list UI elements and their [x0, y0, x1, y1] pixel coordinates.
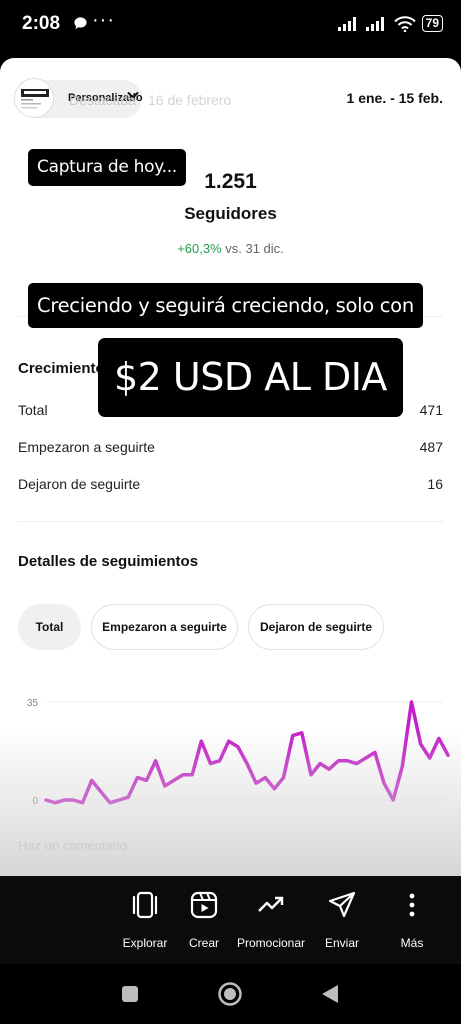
- recents-icon[interactable]: [121, 985, 139, 1003]
- y-tick-label-top: 35: [27, 698, 39, 709]
- stat-value: 471: [419, 402, 443, 418]
- stat-row-stopped-following: Dejaron de seguirte 16: [18, 476, 443, 496]
- insights-header: Personalizado Destacada 16 de febrero 1 …: [0, 78, 461, 118]
- stat-label: Empezaron a seguirte: [18, 439, 155, 455]
- create-icon: [190, 891, 218, 919]
- divider: [18, 521, 443, 522]
- more-button[interactable]: Más: [372, 876, 452, 964]
- followers-label: Seguidores: [184, 204, 277, 223]
- home-icon[interactable]: [217, 981, 243, 1007]
- comment-input[interactable]: Haz un comentario...: [18, 838, 138, 853]
- message-icon: [74, 17, 87, 30]
- promote-button[interactable]: Promocionar: [231, 876, 311, 964]
- story-caption-1: Captura de hoy...: [28, 149, 186, 186]
- tab-stopped-following[interactable]: Dejaron de seguirte: [248, 604, 384, 650]
- status-time: 2:08: [22, 13, 61, 34]
- growth-section-title: Crecimiento: [18, 360, 105, 377]
- more-icon: [409, 893, 415, 917]
- story-caption-2: Creciendo y seguirá creciendo, solo con: [28, 283, 423, 328]
- avatar[interactable]: [14, 78, 54, 118]
- story-progress-fill: [8, 66, 302, 69]
- stat-label: Total: [18, 402, 48, 418]
- stat-value: 16: [427, 476, 443, 492]
- details-tabs: Total Empezaron a seguirte Dejaron de se…: [18, 604, 443, 650]
- details-section-title: Detalles de seguimientos: [18, 553, 199, 570]
- trend-icon: [258, 896, 284, 912]
- status-icons: 79: [337, 15, 443, 32]
- growth-percent: +60,3%: [177, 241, 222, 256]
- stat-row-started-following: Empezaron a seguirte 487: [18, 439, 443, 459]
- series-line: [44, 700, 450, 805]
- status-more-dots: ···: [92, 9, 115, 31]
- signal-icon-2: [365, 16, 384, 31]
- send-label: Enviar: [324, 936, 359, 950]
- stat-value: 487: [419, 439, 443, 455]
- story-highlight-title: Destacada: [69, 92, 136, 108]
- avatar-logo-icon: [21, 89, 49, 109]
- status-bar: 2:08 ··· 79: [0, 0, 461, 52]
- story-date: 16 de febrero: [148, 92, 232, 108]
- send-button[interactable]: Enviar: [302, 876, 382, 964]
- system-nav-bar: [0, 964, 461, 1024]
- growth-compare: vs. 31 dic.: [225, 241, 284, 256]
- promote-label: Promocionar: [236, 936, 306, 950]
- story-card: Personalizado Destacada 16 de febrero 1 …: [0, 58, 461, 876]
- tab-total[interactable]: Total: [18, 604, 81, 650]
- y-tick-label-bottom: 0: [32, 796, 38, 807]
- story-caption-3: $2 USD AL DIA: [98, 338, 403, 417]
- followers-growth: +60,3% vs. 31 dic.: [0, 241, 461, 256]
- date-range: 1 ene. - 15 feb.: [346, 90, 443, 106]
- more-label: Más: [400, 936, 424, 950]
- back-icon[interactable]: [320, 983, 340, 1005]
- stat-label: Dejaron de seguirte: [18, 476, 141, 492]
- story-progress-bar: [8, 66, 453, 69]
- wifi-icon: [393, 15, 416, 32]
- send-icon: [328, 891, 356, 918]
- battery-indicator: 79: [421, 15, 443, 32]
- followers-line-chart: 35 0: [27, 698, 450, 807]
- tab-started-following[interactable]: Empezaron a seguirte: [91, 604, 238, 650]
- signal-icon: [337, 16, 356, 31]
- story-action-bar: Explorar Crear Promocionar Enviar Más: [0, 876, 461, 964]
- explore-icon: [132, 891, 158, 919]
